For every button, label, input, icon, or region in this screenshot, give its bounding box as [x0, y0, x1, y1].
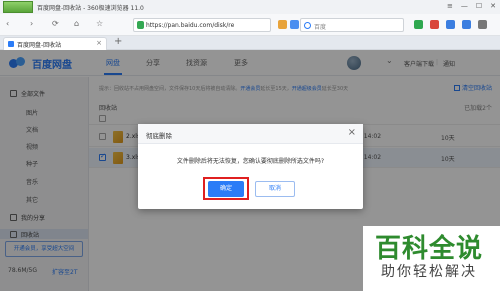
- dialog-header: 彻底删除 ×: [138, 124, 363, 144]
- browser-navbar: ‹ › ⟳ ⌂ ☆ https://pan.baidu.com/disk/re …: [0, 14, 500, 36]
- shield-icon[interactable]: [414, 20, 423, 29]
- tab-strip: 百度网盘-回收站 × +: [0, 36, 500, 50]
- browser-search-box[interactable]: 百度: [300, 18, 404, 32]
- watermark-title: 百科全说: [375, 234, 484, 264]
- forward-icon[interactable]: ›: [30, 19, 33, 28]
- window-controls: ≡ — ☐ ✕: [447, 2, 496, 10]
- cancel-button[interactable]: 取消: [255, 181, 295, 197]
- annotation-highlight-box: [203, 177, 249, 200]
- browser-titlebar: 百度网盘-回收站 - 360极速浏览器 11.0 ≡ — ☐ ✕: [0, 0, 500, 14]
- search-text: 百度: [314, 24, 327, 31]
- dialog-message: 文件删除后将无法恢复，您确认要彻底删除所选文件吗?: [176, 158, 325, 165]
- tab-close-icon[interactable]: ×: [96, 39, 102, 47]
- bookmark-icon[interactable]: ☆: [96, 19, 103, 28]
- close-window-icon[interactable]: ✕: [490, 2, 496, 10]
- lightning-icon[interactable]: [278, 20, 287, 29]
- settings-icon[interactable]: [478, 20, 487, 29]
- watermark: 百科全说 助你轻松解决: [363, 226, 500, 291]
- menu-icon[interactable]: ≡: [447, 2, 453, 10]
- watermark-subtitle: 助你轻松解决: [381, 264, 477, 280]
- close-icon[interactable]: ×: [348, 127, 356, 138]
- extension-icon[interactable]: [430, 20, 439, 29]
- site-thumbnail: [3, 1, 33, 13]
- tab-label: 百度网盘-回收站: [17, 42, 62, 49]
- address-url: https://pan.baidu.com/disk/re: [146, 22, 235, 29]
- dropdown-icon[interactable]: [290, 20, 299, 29]
- delete-confirm-dialog: 彻底删除 × 文件删除后将无法恢复，您确认要彻底删除所选文件吗? 确定 取消: [138, 124, 363, 209]
- reload-icon[interactable]: ⟳: [52, 19, 59, 28]
- back-icon[interactable]: ‹: [6, 19, 9, 28]
- search-icon: [304, 22, 311, 29]
- home-icon[interactable]: ⌂: [74, 19, 79, 28]
- screenshot-icon[interactable]: [462, 20, 471, 29]
- maximize-icon[interactable]: ☐: [476, 2, 482, 10]
- secure-lock-icon: [137, 21, 144, 29]
- new-tab-button[interactable]: +: [114, 36, 122, 47]
- baidu-pan-icon: [8, 41, 14, 47]
- window-title: 百度网盘-回收站 - 360极速浏览器 11.0: [37, 5, 144, 12]
- pdf-icon[interactable]: [446, 20, 455, 29]
- minimize-icon[interactable]: —: [461, 2, 468, 10]
- address-bar[interactable]: https://pan.baidu.com/disk/re: [133, 18, 271, 32]
- tab-baidu-recycle[interactable]: 百度网盘-回收站 ×: [3, 37, 107, 50]
- dialog-title: 彻底删除: [146, 132, 172, 140]
